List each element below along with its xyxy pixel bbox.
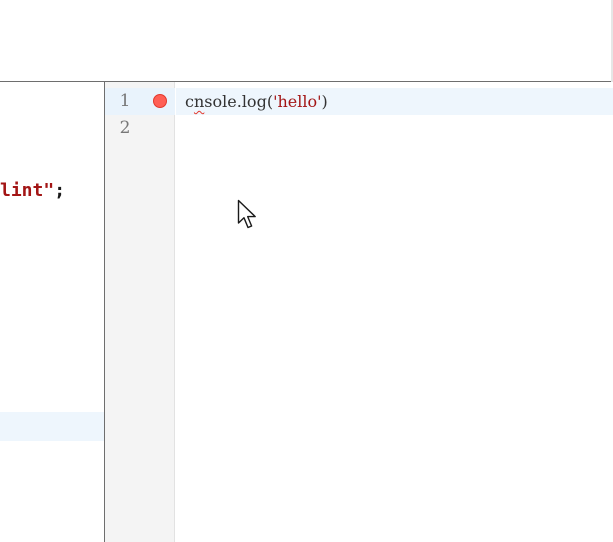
code-token-string: 'hello'	[273, 92, 322, 111]
left-code-punct: ;	[54, 180, 66, 201]
breakpoint-dot-icon[interactable]	[153, 94, 167, 108]
editor-text-area[interactable]	[176, 82, 613, 542]
code-token: c	[185, 92, 194, 111]
code-token: log	[241, 92, 267, 111]
left-code-string: lint"	[0, 180, 55, 201]
code-token-error: n	[193, 92, 205, 111]
line-number: 1	[119, 91, 131, 111]
code-editor-window: lint"; 1 2 cnsole.log('hello')	[0, 0, 613, 542]
left-active-line-highlight	[0, 412, 104, 441]
editor-gutter[interactable]	[105, 82, 175, 542]
left-code-line: lint";	[0, 178, 65, 204]
code-token: )	[321, 92, 328, 111]
code-line-1[interactable]: cnsole.log('hello')	[185, 88, 328, 115]
left-code-pane[interactable]: lint";	[0, 82, 104, 542]
line-number: 2	[119, 118, 131, 138]
top-toolbar-area	[0, 0, 613, 82]
code-token: sole	[204, 92, 237, 111]
